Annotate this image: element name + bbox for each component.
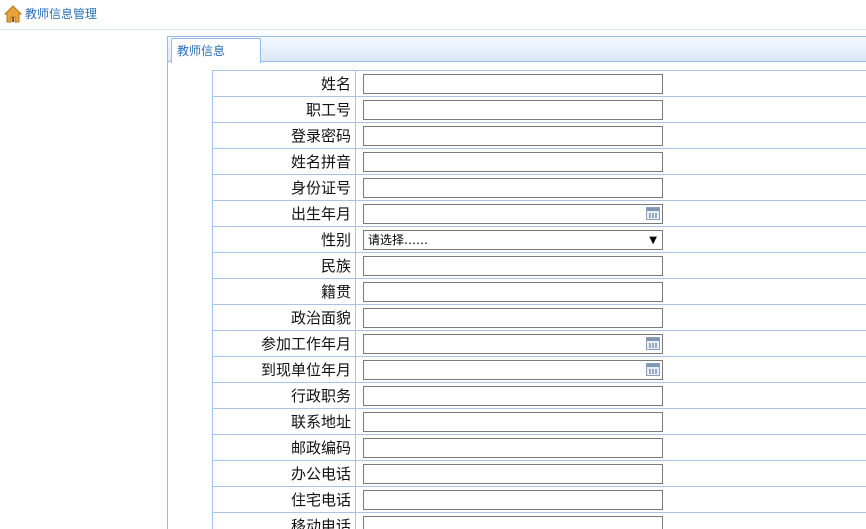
text-input[interactable] <box>363 73 663 94</box>
text-input[interactable] <box>363 515 663 529</box>
form-row: 登录密码 <box>212 122 866 149</box>
field-cell <box>355 96 866 123</box>
field-label: 到现单位年月 <box>212 356 356 383</box>
field-label: 出生年月 <box>212 200 356 227</box>
field-cell <box>355 460 866 487</box>
text-input[interactable] <box>363 489 663 510</box>
form-row: 行政职务 <box>212 382 866 409</box>
field-cell <box>355 382 866 409</box>
form-row: 参加工作年月 <box>212 330 866 357</box>
text-input[interactable] <box>363 307 663 328</box>
field-cell <box>355 408 866 435</box>
form-row: 政治面貌 <box>212 304 866 331</box>
form-row: 办公电话 <box>212 460 866 487</box>
text-input[interactable] <box>363 411 663 432</box>
field-cell: 请选择…… ▼ <box>355 226 866 253</box>
form-row: 民族 <box>212 252 866 279</box>
text-input[interactable] <box>363 177 663 198</box>
select-value: 请选择…… <box>368 232 429 247</box>
tab-label: 教师信息 <box>177 44 226 58</box>
field-label: 办公电话 <box>212 460 356 487</box>
form-row: 身份证号 <box>212 174 866 201</box>
text-input[interactable] <box>363 437 663 458</box>
field-cell <box>355 330 866 357</box>
field-label: 姓名 <box>212 70 356 97</box>
dropdown-arrow-icon[interactable]: ▼ <box>649 233 657 248</box>
field-cell <box>355 252 866 279</box>
text-input[interactable] <box>363 463 663 484</box>
field-label: 住宅电话 <box>212 486 356 513</box>
field-label: 性别 <box>212 226 356 253</box>
field-cell <box>355 278 866 305</box>
form-row: 性别 请选择…… ▼ <box>212 226 866 253</box>
field-label: 身份证号 <box>212 174 356 201</box>
date-input[interactable] <box>363 333 663 354</box>
form-row: 职工号 <box>212 96 866 123</box>
field-label: 联系地址 <box>212 408 356 435</box>
form-row: 姓名 <box>212 70 866 97</box>
tab-strip: 教师信息 <box>168 37 866 63</box>
text-input[interactable] <box>363 125 663 146</box>
form-row: 移动电话 <box>212 512 866 529</box>
field-cell <box>355 486 866 513</box>
field-cell <box>355 356 866 383</box>
text-input[interactable] <box>363 385 663 406</box>
text-input[interactable] <box>363 151 663 172</box>
text-input[interactable] <box>363 255 663 276</box>
date-picker <box>363 333 663 354</box>
field-label: 籍贯 <box>212 278 356 305</box>
tab-teacher-info[interactable]: 教师信息 <box>171 38 261 63</box>
field-label: 登录密码 <box>212 122 356 149</box>
text-input[interactable] <box>363 281 663 302</box>
calendar-icon[interactable] <box>646 336 660 350</box>
field-cell <box>355 174 866 201</box>
field-cell <box>355 70 866 97</box>
home-icon[interactable] <box>4 5 22 23</box>
text-input[interactable] <box>363 99 663 120</box>
field-label: 行政职务 <box>212 382 356 409</box>
form-row: 联系地址 <box>212 408 866 435</box>
date-input[interactable] <box>363 203 663 224</box>
form-row: 姓名拼音 <box>212 148 866 175</box>
field-cell <box>355 304 866 331</box>
field-label: 移动电话 <box>212 512 356 529</box>
gender-select[interactable]: 请选择…… ▼ <box>363 229 663 250</box>
teacher-form-table: 姓名 职工号 登录密码 姓名拼音 身份证号 出生年月 性别 请选择…… ▼ 民族 籍贯 政治面貌 参加工… <box>212 70 866 529</box>
field-label: 姓名拼音 <box>212 148 356 175</box>
calendar-icon[interactable] <box>646 206 660 220</box>
form-row: 邮政编码 <box>212 434 866 461</box>
top-bar: 教师信息管理 <box>0 0 866 30</box>
field-label: 参加工作年月 <box>212 330 356 357</box>
date-input[interactable] <box>363 359 663 380</box>
field-cell <box>355 434 866 461</box>
breadcrumb[interactable]: 教师信息管理 <box>25 6 97 22</box>
date-picker <box>363 359 663 380</box>
field-cell <box>355 148 866 175</box>
field-label: 政治面貌 <box>212 304 356 331</box>
calendar-icon[interactable] <box>646 362 660 376</box>
field-cell <box>355 200 866 227</box>
date-picker <box>363 203 663 224</box>
field-cell <box>355 512 866 529</box>
field-label: 邮政编码 <box>212 434 356 461</box>
field-label: 职工号 <box>212 96 356 123</box>
form-row: 籍贯 <box>212 278 866 305</box>
field-label: 民族 <box>212 252 356 279</box>
form-row: 到现单位年月 <box>212 356 866 383</box>
field-cell <box>355 122 866 149</box>
form-row: 住宅电话 <box>212 486 866 513</box>
form-row: 出生年月 <box>212 200 866 227</box>
